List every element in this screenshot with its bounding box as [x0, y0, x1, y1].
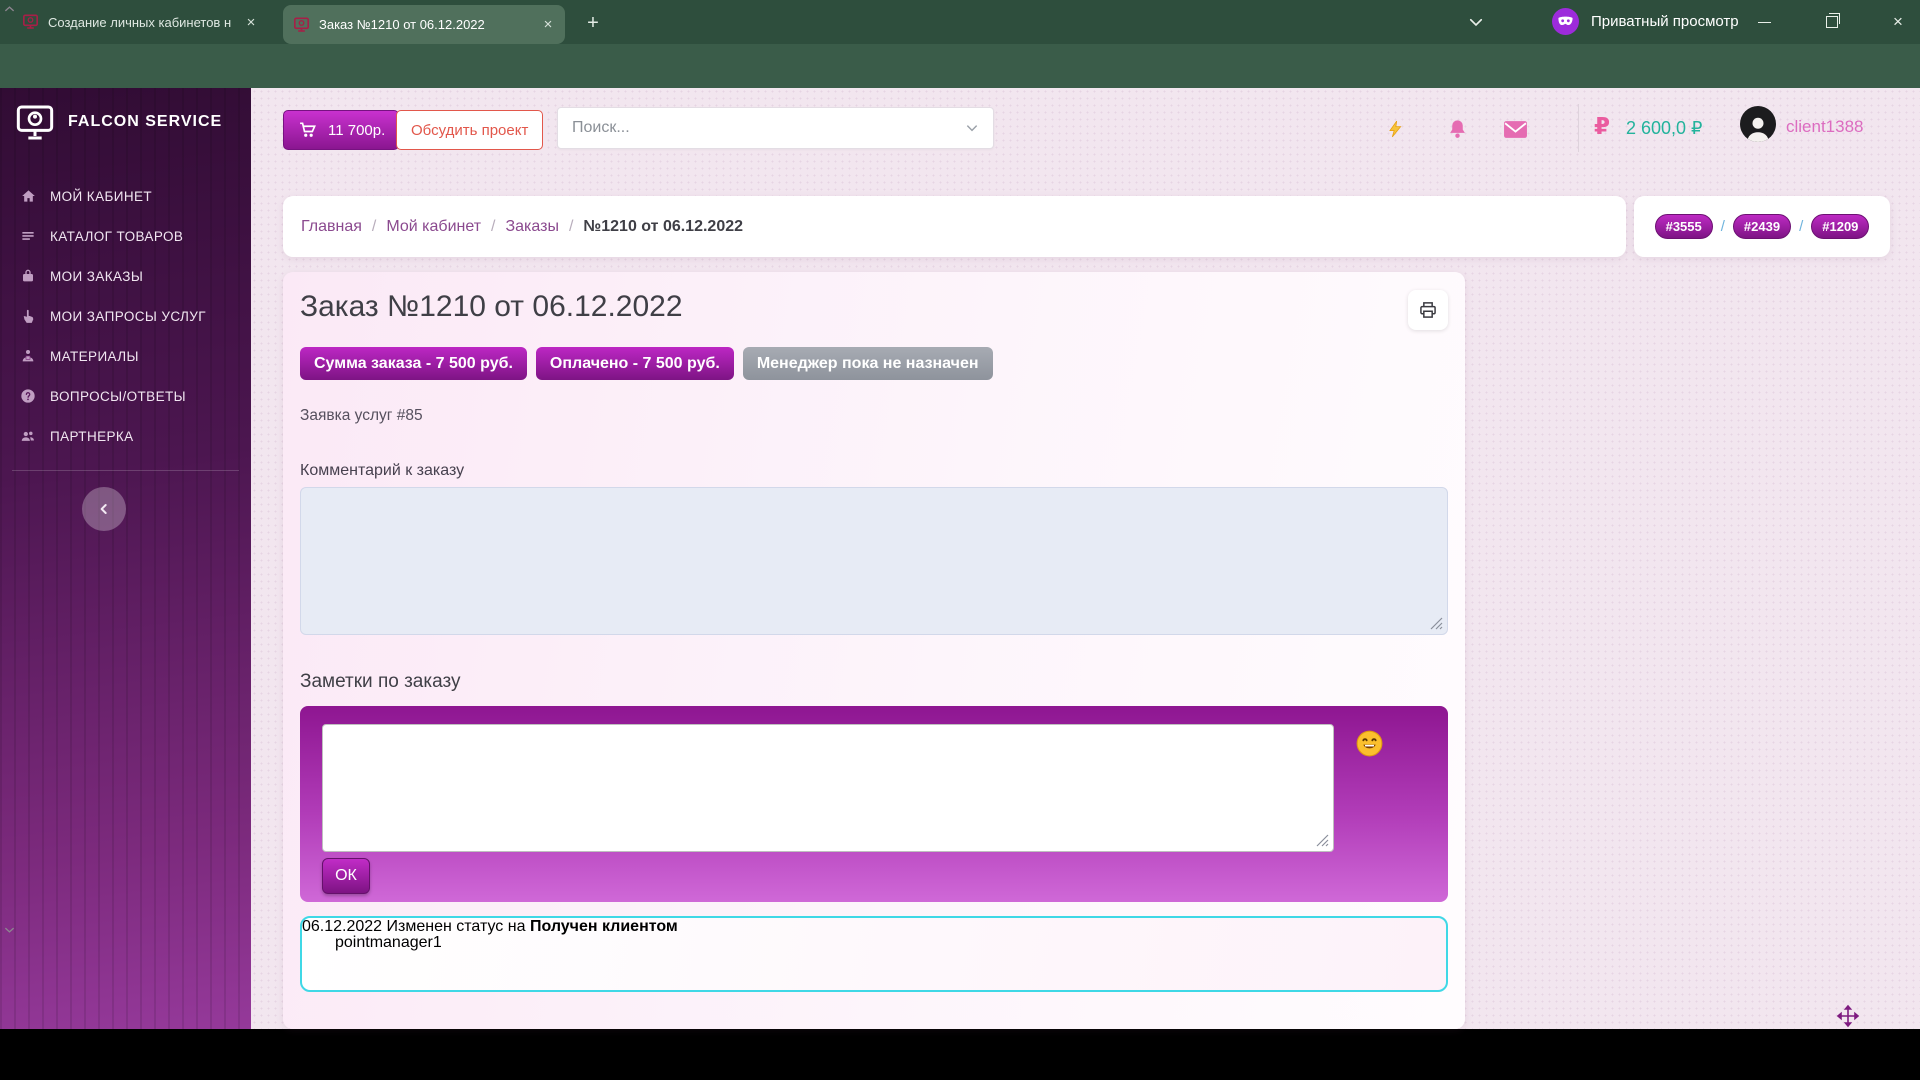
private-browsing-indicator: Приватный просмотр	[1552, 8, 1739, 35]
site-favicon-icon	[293, 17, 311, 33]
window-restore-button[interactable]	[1810, 0, 1854, 44]
service-request-link[interactable]: Заявка услуг #85	[300, 407, 1448, 425]
list-all-tabs-icon[interactable]	[1466, 13, 1486, 31]
app-sidebar: FALCON SERVICE МОЙ КАБИНЕТ КАТАЛОГ ТОВАР…	[0, 88, 251, 1029]
resize-grip-icon[interactable]	[1430, 617, 1443, 630]
search-select[interactable]: Поиск...	[557, 107, 994, 149]
breadcrumb-orders[interactable]: Заказы	[505, 218, 558, 236]
sidebar-item-cabinet[interactable]: МОЙ КАБИНЕТ	[0, 176, 251, 216]
caret-down-icon	[965, 123, 979, 133]
browser-toolbar: service.web-automation.ru/myorder/1441 9…	[0, 44, 1920, 88]
resize-grip-icon[interactable]	[1316, 834, 1329, 847]
notes-label: Заметки по заказу	[300, 671, 1448, 693]
notes-ok-button[interactable]: ОК	[322, 858, 370, 894]
comment-label: Комментарий к заказу	[300, 462, 1448, 480]
browser-titlebar: Создание личных кабинетов н × Заказ №121…	[0, 0, 1920, 44]
tab-close-icon[interactable]: ×	[537, 14, 559, 36]
cart-icon	[297, 120, 319, 140]
order-card: Заказ №1210 от 06.12.2022 Сумма заказа -…	[283, 272, 1465, 1029]
breadcrumb-cabinet[interactable]: Мой кабинет	[386, 218, 481, 236]
sidebar-item-catalog[interactable]: КАТАЛОГ ТОВАРОВ	[0, 216, 251, 256]
related-order-badge[interactable]: #1209	[1811, 214, 1869, 239]
username-link[interactable]: client1388	[1786, 117, 1864, 137]
person-icon	[318, 937, 329, 949]
hand-pointer-icon	[18, 308, 38, 325]
private-mask-icon	[1552, 8, 1579, 35]
history-entry: pointmanager1 06.12.2022 Изменен статус …	[300, 916, 1448, 992]
question-circle-icon	[18, 388, 38, 404]
ruble-icon: ₽	[1594, 113, 1610, 140]
sidebar-item-materials[interactable]: МАТЕРИАЛЫ	[0, 336, 251, 376]
breadcrumb: Главная / Мой кабинет / Заказы / №1210 о…	[283, 196, 1626, 257]
sidebar-item-orders[interactable]: МОИ ЗАКАЗЫ	[0, 256, 251, 296]
tab-close-icon[interactable]: ×	[240, 11, 262, 33]
breadcrumb-home[interactable]: Главная	[301, 218, 362, 236]
related-order-badge[interactable]: #3555	[1655, 214, 1713, 239]
print-button[interactable]	[1408, 290, 1448, 330]
sidebar-item-faq[interactable]: ВОПРОСЫ/ОТВЕТЫ	[0, 376, 251, 416]
bag-icon	[18, 268, 38, 284]
browser-tab-active[interactable]: Заказ №1210 от 06.12.2022 ×	[283, 5, 565, 44]
users-icon	[18, 429, 38, 444]
sidebar-item-partnership[interactable]: ПАРТНЕРКА	[0, 416, 251, 456]
notifications-bell-icon[interactable]	[1444, 116, 1470, 142]
manager-badge: Менеджер пока не назначен	[743, 347, 993, 380]
screen: Создание личных кабинетов н × Заказ №121…	[0, 0, 1920, 1080]
private-label: Приватный просмотр	[1591, 13, 1739, 30]
site-favicon-icon	[22, 14, 40, 30]
lightning-icon[interactable]	[1382, 116, 1408, 142]
brand[interactable]: FALCON SERVICE	[14, 102, 222, 142]
page-title: Заказ №1210 от 06.12.2022	[300, 290, 683, 324]
breadcrumb-current: №1210 от 06.12.2022	[583, 218, 743, 236]
cart-total: 11 700р.	[328, 122, 385, 139]
scroll-up-icon	[4, 5, 15, 13]
home-icon	[18, 188, 38, 204]
notes-textarea[interactable]	[322, 724, 1334, 852]
window-close-button[interactable]: ×	[1876, 0, 1920, 44]
balance-amount[interactable]: 2 600,0 ₽	[1626, 118, 1703, 139]
tab-title: Заказ №1210 от 06.12.2022	[319, 17, 529, 32]
new-tab-button[interactable]: +	[580, 10, 606, 36]
notes-box: ОК	[300, 706, 1448, 902]
falcon-logo-icon	[14, 102, 56, 142]
sidebar-divider	[12, 470, 239, 471]
related-order-badge[interactable]: #2439	[1733, 214, 1791, 239]
comment-textarea[interactable]	[300, 487, 1448, 635]
expand-arrows-icon[interactable]	[1836, 1004, 1860, 1028]
window-minimize-button[interactable]	[1742, 0, 1786, 44]
brand-name: FALCON SERVICE	[68, 113, 222, 131]
cart-button[interactable]: 11 700р.	[283, 110, 399, 150]
related-orders: #3555 / #2439 / #1209	[1634, 196, 1890, 257]
tab-title: Создание личных кабинетов н	[48, 15, 232, 30]
messages-envelope-icon[interactable]	[1502, 116, 1528, 142]
sidebar-item-service-requests[interactable]: МОИ ЗАПРОСЫ УСЛУГ	[0, 296, 251, 336]
list-icon	[18, 229, 38, 244]
order-paid-badge: Оплачено - 7 500 руб.	[536, 347, 734, 380]
box-icon	[18, 348, 38, 364]
grin-emoji-icon[interactable]	[1356, 730, 1383, 757]
scroll-down-icon	[4, 926, 15, 934]
header-divider	[1578, 104, 1579, 152]
sidebar-nav: МОЙ КАБИНЕТ КАТАЛОГ ТОВАРОВ МОИ ЗАКАЗЫ М…	[0, 176, 251, 456]
history-user-badge[interactable]: pointmanager1	[318, 931, 442, 955]
order-sum-badge: Сумма заказа - 7 500 руб.	[300, 347, 527, 380]
user-avatar[interactable]	[1740, 106, 1776, 142]
search-placeholder: Поиск...	[572, 119, 630, 137]
sidebar-collapse-button[interactable]	[82, 487, 126, 531]
browser-tab-inactive[interactable]: Создание личных кабинетов н ×	[12, 6, 268, 38]
discuss-project-button[interactable]: Обсудить проект	[396, 110, 543, 150]
